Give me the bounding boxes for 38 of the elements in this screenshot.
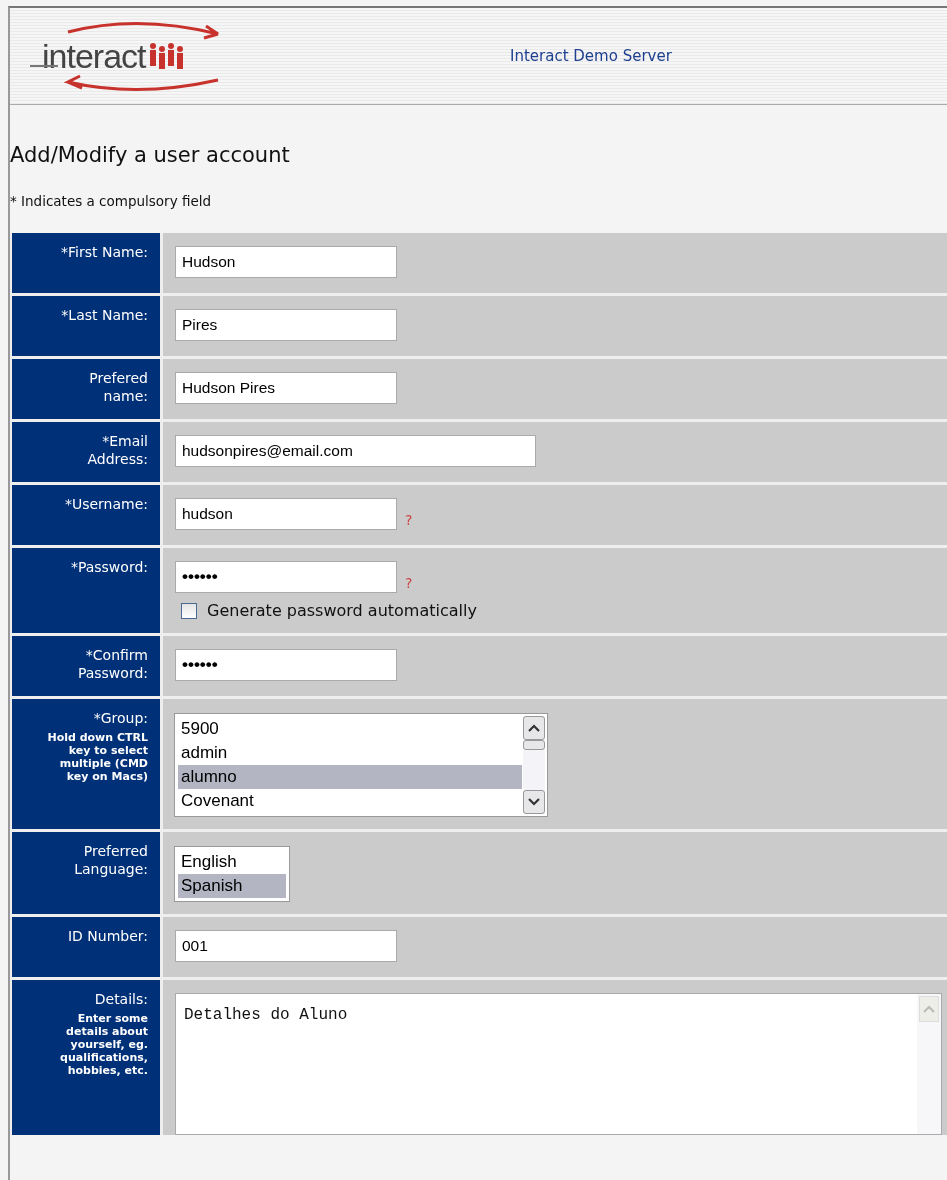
checkbox-label: Generate password automatically <box>207 601 477 620</box>
checkbox[interactable] <box>181 602 197 619</box>
scroll-down-icon[interactable] <box>528 798 540 806</box>
password-field[interactable]: •••••• <box>175 561 397 593</box>
list-box[interactable]: 5900 admin alumno Covenant <box>175 714 547 816</box>
field-hint: Hold down CTRL key to select multiple (CMD key on Macs) <box>46 731 148 783</box>
text-field[interactable]: Hudson Pires <box>175 372 397 404</box>
field-label: *Email Address: <box>86 432 148 468</box>
field-label: *First Name: <box>61 243 148 261</box>
scrollbar[interactable] <box>523 716 545 814</box>
scroll-up-icon[interactable] <box>528 724 540 732</box>
field-hint: Enter some details about yourself, eg. qualifications, hobbies, etc. <box>59 1012 148 1077</box>
field-label: *Username: <box>64 495 148 513</box>
field-label: Prefered name: <box>88 369 148 405</box>
text-field[interactable]: hudsonpires@email.com <box>175 435 536 467</box>
field-label: *Confirm Password: <box>76 646 148 682</box>
server-name: Interact Demo Server <box>510 47 672 65</box>
field-label: *Password: <box>70 558 148 576</box>
logo-text: interact <box>42 36 146 76</box>
textarea-text: Detalhes do Aluno <box>183 1005 349 1026</box>
field-label: *Group: <box>93 709 148 727</box>
field-label: Details: <box>94 990 148 1008</box>
text-field[interactable]: Hudson <box>175 246 397 278</box>
list-option[interactable]: Spanish <box>178 874 286 898</box>
field-label: *Last Name: <box>61 306 148 324</box>
list-box[interactable]: English Spanish <box>175 847 289 901</box>
list-option[interactable]: alumno <box>178 765 522 789</box>
people-icon <box>147 41 184 71</box>
field-label: ID Number: <box>67 927 148 945</box>
scroll-thumb[interactable] <box>523 740 545 750</box>
text-field[interactable]: Pires <box>175 309 397 341</box>
compulsory-note: * Indicates a compulsory field <box>10 193 213 209</box>
field-label: Preferred Language: <box>73 842 148 878</box>
text-field[interactable]: 001 <box>175 930 397 962</box>
password-field[interactable]: •••••• <box>175 649 397 681</box>
details-textarea[interactable]: Detalhes do Aluno <box>175 993 942 1135</box>
page-title: Add/Modify a user account <box>10 143 291 167</box>
text-field[interactable]: hudson <box>175 498 397 530</box>
